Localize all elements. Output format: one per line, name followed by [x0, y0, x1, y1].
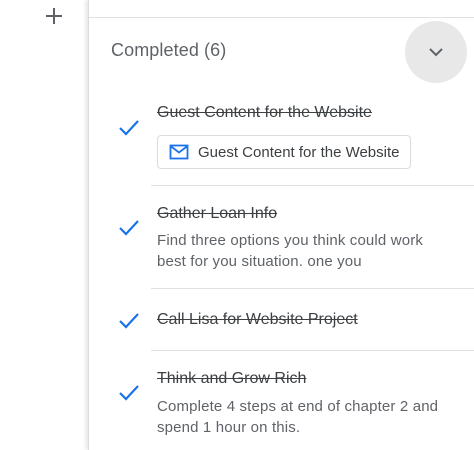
- checkmark-icon: [119, 120, 139, 136]
- task-title[interactable]: Call Lisa for Website Project: [157, 311, 358, 329]
- add-button[interactable]: [40, 2, 68, 30]
- checkmark-icon: [119, 385, 139, 401]
- email-attachment-chip[interactable]: Guest Content for the Website: [157, 135, 411, 169]
- task-checkmark[interactable]: [115, 379, 143, 407]
- task-notes[interactable]: Find three options you think could work …: [157, 230, 447, 272]
- plus-icon: [46, 8, 62, 24]
- task-divider: [151, 350, 474, 351]
- collapse-completed-button[interactable]: [405, 21, 467, 83]
- tasks-panel: Completed (6) Guest Content for the Webs…: [88, 0, 474, 450]
- task-title[interactable]: Gather Loan Info: [157, 205, 277, 223]
- checkmark-icon: [119, 313, 139, 329]
- tasks-app: Completed (6) Guest Content for the Webs…: [0, 0, 474, 450]
- task-title[interactable]: Guest Content for the Website: [157, 104, 372, 122]
- completed-section-header[interactable]: Completed (6): [111, 40, 226, 61]
- task-notes[interactable]: Complete 4 steps at end of chapter 2 and…: [157, 396, 447, 438]
- mail-icon: [169, 144, 189, 160]
- task-divider: [151, 288, 474, 289]
- left-rail: [0, 0, 88, 450]
- task-checkmark[interactable]: [115, 214, 143, 242]
- chevron-down-icon: [429, 48, 443, 57]
- task-divider: [151, 185, 474, 186]
- top-divider: [89, 17, 474, 18]
- task-checkmark[interactable]: [115, 114, 143, 142]
- checkmark-icon: [119, 220, 139, 236]
- attachment-label: Guest Content for the Website: [198, 143, 400, 161]
- task-checkmark[interactable]: [115, 307, 143, 335]
- task-title[interactable]: Think and Grow Rich: [157, 370, 306, 388]
